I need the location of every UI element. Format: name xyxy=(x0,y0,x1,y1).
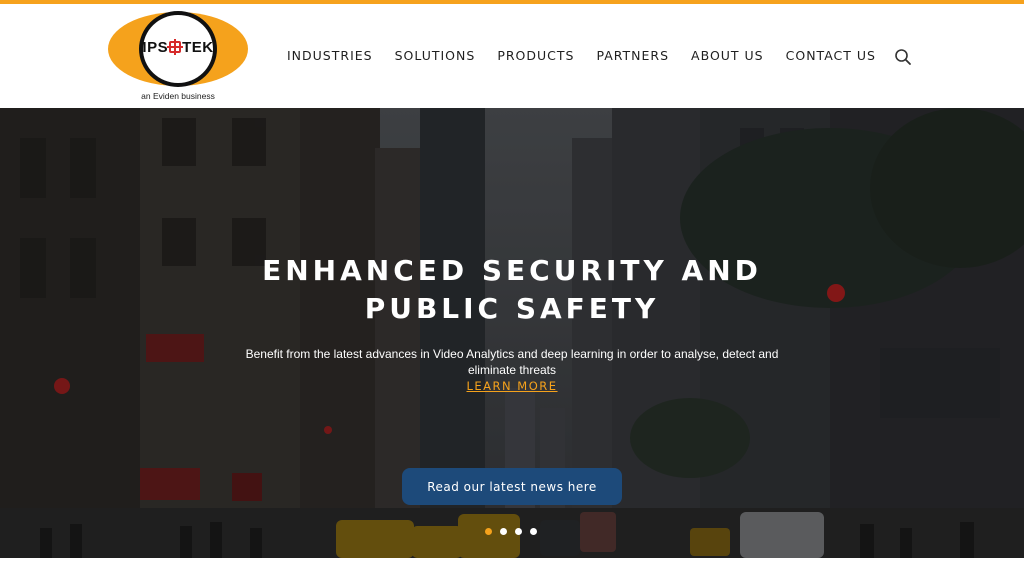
slider-dot-4[interactable] xyxy=(530,528,537,535)
slider-dot-1[interactable] xyxy=(485,528,492,535)
site-header: IPS TEK an Eviden business INDUSTRIES SOL… xyxy=(0,4,1024,108)
nav-item-about-us[interactable]: ABOUT US xyxy=(691,48,764,64)
slider-dot-3[interactable] xyxy=(515,528,522,535)
logo-wordmark: IPS TEK xyxy=(142,39,214,56)
slider-dot-2[interactable] xyxy=(500,528,507,535)
search-icon xyxy=(895,49,911,65)
nav-item-partners[interactable]: PARTNERS xyxy=(596,48,669,64)
hero-title: ENHANCED SECURITY AND PUBLIC SAFETY xyxy=(212,252,812,328)
logo-tagline: an Eviden business xyxy=(141,91,215,101)
slider-pagination xyxy=(485,528,537,535)
nav-item-contact-us[interactable]: CONTACT US xyxy=(786,48,876,64)
nav-item-products[interactable]: PRODUCTS xyxy=(497,48,574,64)
hero-description: Benefit from the latest advances in Vide… xyxy=(245,347,779,377)
read-latest-news-button[interactable]: Read our latest news here xyxy=(402,468,622,505)
search-button[interactable] xyxy=(893,47,913,67)
page-bottom-area xyxy=(0,558,1024,576)
hero-slider: ENHANCED SECURITY AND PUBLIC SAFETY Bene… xyxy=(0,108,1024,558)
hero-title-line-1: ENHANCED SECURITY AND xyxy=(262,254,762,287)
cross-icon xyxy=(167,39,184,55)
learn-more-link[interactable]: LEARN MORE xyxy=(412,379,612,393)
nav-item-solutions[interactable]: SOLUTIONS xyxy=(395,48,476,64)
nav-item-industries[interactable]: INDUSTRIES xyxy=(287,48,373,64)
logo[interactable]: IPS TEK an Eviden business xyxy=(108,11,248,104)
hero-title-line-2: PUBLIC SAFETY xyxy=(364,292,660,325)
main-navigation: INDUSTRIES SOLUTIONS PRODUCTS PARTNERS A… xyxy=(287,48,876,64)
